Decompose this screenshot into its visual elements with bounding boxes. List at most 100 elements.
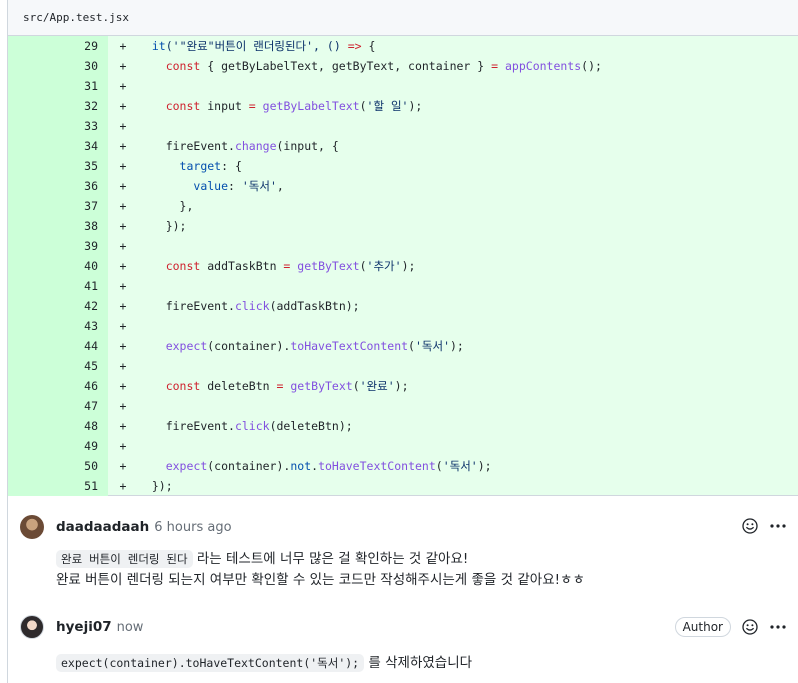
line-number[interactable]: 43 [8,316,108,336]
line-number[interactable]: 35 [8,156,108,176]
code-token: expect [165,339,208,353]
diff-line: 44 + expect(container).toHaveTextContent(… [8,336,798,356]
comment-author[interactable]: daadaadaah [56,519,149,535]
code-token: (); [581,59,602,73]
comment-text: 라는 테스트에 너무 많은 걸 확인하는 것 같아요! [192,551,469,567]
diff-marker: + [119,179,127,193]
diff-marker: + [119,199,127,213]
code-token: => [347,39,362,53]
line-number[interactable]: 34 [8,136,108,156]
diff-marker: + [119,419,127,433]
comment-author[interactable]: hyeji07 [56,619,112,635]
code-token: const [165,59,201,73]
comment-text: 를 삭제하였습니다 [364,655,473,671]
line-number[interactable]: 50 [8,456,108,476]
diff-view: 29 + it('"완료"버튼이 랜더링된다', () => {30 + const… [8,36,798,496]
line-number[interactable]: 41 [8,276,108,296]
line-number[interactable]: 48 [8,416,108,436]
avatar[interactable] [20,615,44,639]
code-line: const { getByLabelText, getByText, conta… [138,56,602,76]
diff-line: 50 + expect(container).not.toHaveTextCont… [8,456,798,476]
line-number[interactable]: 40 [8,256,108,276]
code-token: fireEvent. [165,299,235,313]
diff-line: 29 + it('"완료"버튼이 랜더링된다', () => { [8,36,798,56]
diff-line: 40 + const addTaskBtn = getByText('추가'); [8,256,798,276]
code-token: const [165,259,201,273]
diff-marker: + [119,39,127,53]
line-number[interactable]: 39 [8,236,108,256]
line-number[interactable]: 32 [8,96,108,116]
diff-line: 36 + value: '독서', [8,176,798,196]
code-token: (container). [207,339,291,353]
comment-body: expect(container).toHaveTextContent('독서'… [56,653,472,674]
smiley-icon[interactable] [741,618,759,636]
diff-line: 47 + [8,396,798,416]
line-number[interactable]: 46 [8,376,108,396]
kebab-horizontal-icon[interactable] [769,618,787,636]
line-number[interactable]: 45 [8,356,108,376]
diff-line: 45 + [8,356,798,376]
line-number[interactable]: 33 [8,116,108,136]
author-badge: Author [674,617,731,637]
line-number[interactable]: 36 [8,176,108,196]
diff-marker: + [119,459,127,473]
smiley-icon[interactable] [741,517,759,535]
diff-marker: + [119,379,127,393]
code-token: ( [359,259,367,273]
line-number[interactable]: 49 [8,436,108,456]
inline-code: expect(container).toHaveTextContent('독서'… [56,654,365,672]
code-token: = [248,99,256,113]
code-line: fireEvent.click(addTaskBtn); [138,296,360,316]
line-number[interactable]: 37 [8,196,108,216]
code-line: }); [138,476,173,496]
comment-actions: Author [674,617,787,637]
code-line: value: '독서', [138,176,283,196]
diff-marker: + [119,299,127,313]
diff-marker: + [119,59,127,73]
line-number[interactable]: 31 [8,76,108,96]
code-token: fireEvent. [165,419,235,433]
code-token: appContents [505,59,582,73]
code-token: ); [394,379,409,393]
line-number[interactable]: 47 [8,396,108,416]
line-number[interactable]: 44 [8,336,108,356]
code-token: '독서' [241,179,277,193]
file-path[interactable]: src/App.test.jsx [23,11,129,24]
code-token: '독서' [414,339,450,353]
diff-line: 31 + [8,76,798,96]
code-token: }); [165,219,187,233]
code-token: (deleteBtn); [269,419,353,433]
comment-time[interactable]: 6 hours ago [154,520,231,535]
comment-time[interactable]: now [117,620,144,635]
code-token: click [234,299,270,313]
line-number[interactable]: 42 [8,296,108,316]
code-token: (container). [207,459,291,473]
code-token: '독서' [442,459,478,473]
code-token: value [193,179,229,193]
diff-marker: + [119,479,127,493]
diff-line: 30 + const { getByLabelText, getByText, c… [8,56,798,76]
code-token: target [179,159,222,173]
code-line: fireEvent.change(input, { [138,136,339,156]
line-number[interactable]: 38 [8,216,108,236]
avatar[interactable] [20,515,44,539]
code-token: click [234,419,270,433]
comment: daadaadaah 6 hours ago 완료 버튼이 렌더링 된다 라는 … [8,497,798,597]
line-number[interactable]: 51 [8,476,108,496]
line-number[interactable]: 29 [8,36,108,56]
code-line: expect(container).toHaveTextContent('독서'… [138,336,464,356]
comment-thread: daadaadaah 6 hours ago 완료 버튼이 렌더링 된다 라는 … [8,497,798,683]
code-token: : [228,179,242,193]
kebab-horizontal-icon[interactable] [769,517,787,535]
code-token: toHaveTextContent [318,459,436,473]
diff-line: 37 + }, [8,196,798,216]
code-token: change [234,139,277,153]
line-number[interactable]: 30 [8,56,108,76]
diff-line: 46 + const deleteBtn = getByText('완료'); [8,376,798,396]
diff-marker: + [119,219,127,233]
